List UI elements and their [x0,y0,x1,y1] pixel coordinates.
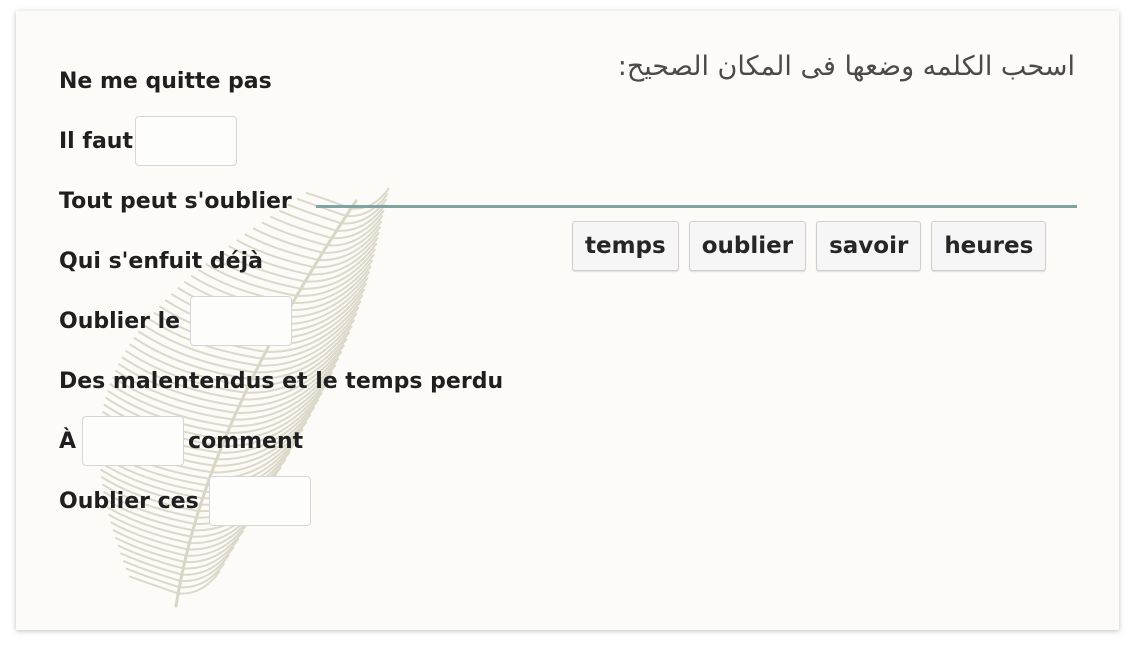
drop-zone-4[interactable] [208,476,311,526]
word-bank: temps oublier savoir heures [572,221,1047,271]
lyric-line-8: Oublier ces [59,475,319,527]
section-divider [316,205,1077,208]
word-chip-temps[interactable]: temps [572,221,679,271]
word-chip-heures[interactable]: heures [931,221,1047,271]
lyric-text: Des malentendus et le temps perdu [59,368,504,394]
lyric-line-7: À comment [59,415,303,467]
lyric-line-1: Ne me quitte pas [59,55,272,107]
exercise-card: اسحب الكلمه وضعها فى المكان الصحيح: Ne m… [16,11,1119,630]
lyric-text: Ne me quitte pas [59,68,272,94]
lyric-line-3: Tout peut s'oublier [59,175,292,227]
word-chip-oublier[interactable]: oublier [688,221,807,271]
lyric-text: À [59,428,77,454]
lyric-text: Oublier le [59,308,181,334]
lyric-line-5: Oublier le [59,295,300,347]
lyric-text: Il faut [59,128,133,154]
lyric-text: Tout peut s'oublier [59,188,292,214]
word-chip-savoir[interactable]: savoir [816,221,922,271]
drop-zone-3[interactable] [82,416,185,466]
drop-zone-1[interactable] [134,116,237,166]
lyric-line-4: Qui s'enfuit déjà [59,235,263,287]
lyric-line-2: Il faut [59,115,245,167]
lyric-text: Oublier ces [59,488,199,514]
instruction-heading: اسحب الكلمه وضعها فى المكان الصحيح: [617,51,1075,82]
drop-zone-2[interactable] [190,296,293,346]
lyric-text: Qui s'enfuit déjà [59,248,263,274]
lyric-text-after: comment [188,428,304,454]
lyric-line-6: Des malentendus et le temps perdu [59,355,503,407]
